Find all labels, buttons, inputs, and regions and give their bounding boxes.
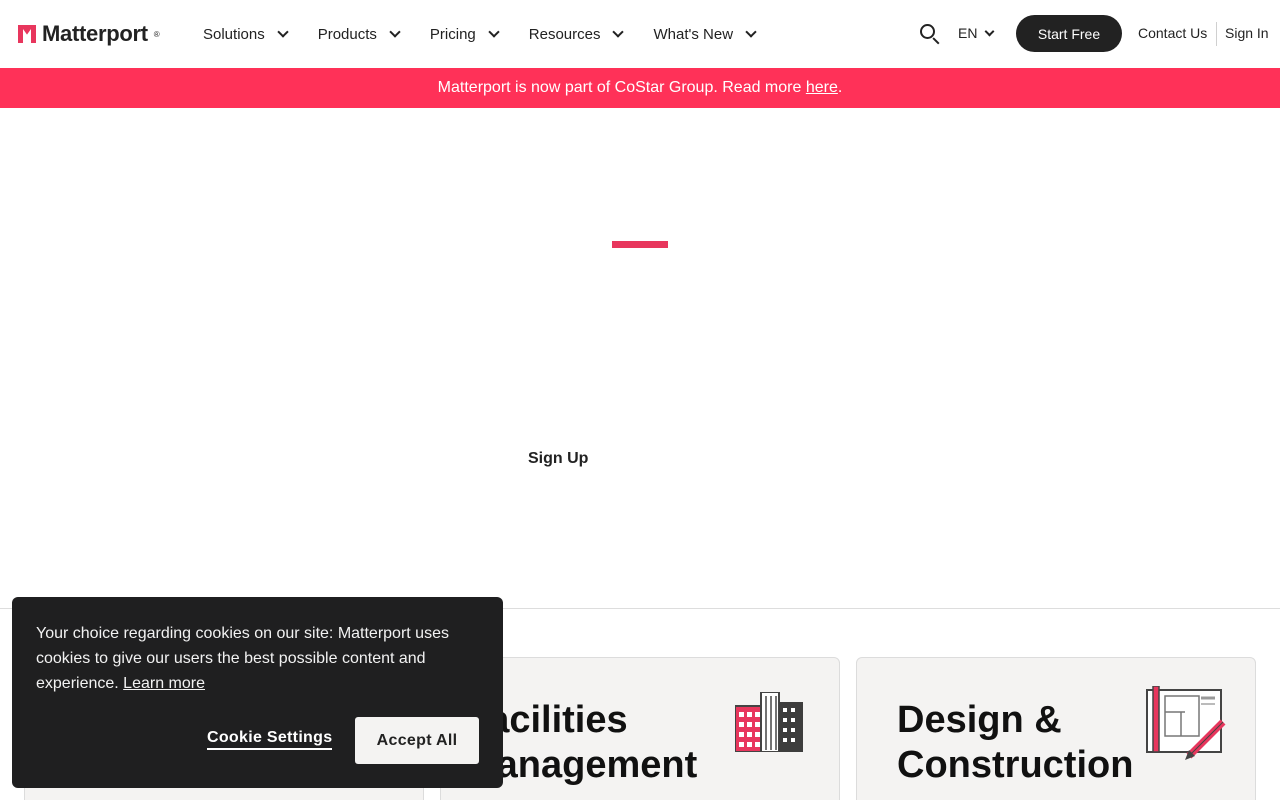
nav-products[interactable]: Products <box>317 22 401 46</box>
logo-registered-mark: ® <box>153 29 160 39</box>
nav-pricing[interactable]: Pricing <box>429 22 500 46</box>
chevron-down-icon <box>488 26 500 38</box>
cookie-consent-dialog: Your choice regarding cookies on our sit… <box>12 597 503 788</box>
chevron-down-icon <box>745 26 757 38</box>
card-title-line: Construction <box>897 744 1134 786</box>
nav-pricing-label: Pricing <box>429 25 476 43</box>
banner-here-link[interactable]: here <box>806 79 838 97</box>
learn-more-link[interactable]: Learn more <box>123 675 205 692</box>
hero-accent-bar <box>612 241 668 248</box>
banner-suffix: . <box>837 79 843 96</box>
sign-up-link[interactable]: Sign Up <box>528 450 588 468</box>
logo-text: Matterport <box>42 21 148 46</box>
nav-resources-label: Resources <box>528 25 601 43</box>
blueprint-icon <box>1146 686 1226 760</box>
start-free-button[interactable]: Start Free <box>1016 15 1122 52</box>
nav-products-label: Products <box>317 25 377 43</box>
chevron-down-icon <box>985 26 995 36</box>
cookie-settings-button[interactable]: Cookie Settings <box>207 729 333 750</box>
accept-all-button[interactable]: Accept All <box>355 717 479 764</box>
banner-text: Matterport is now part of CoStar Group. … <box>437 79 802 96</box>
nav-solutions-label: Solutions <box>203 25 265 43</box>
chevron-down-icon <box>277 26 289 38</box>
cookie-message-text: Your choice regarding cookies on our sit… <box>36 625 449 692</box>
chevron-down-icon <box>389 26 401 38</box>
card-title-line: Design & <box>897 699 1062 741</box>
card-title: Design & Construction <box>897 698 1133 788</box>
nav-whats-new-label: What's New <box>653 25 734 43</box>
site-header: Matterport ® Solutions Products Pricing … <box>0 0 1280 68</box>
language-label: EN <box>958 25 978 41</box>
chevron-down-icon <box>612 26 625 38</box>
contact-us-link[interactable]: Contact Us <box>1138 25 1207 41</box>
announcement-banner: Matterport is now part of CoStar Group. … <box>0 68 1280 108</box>
nav-resources[interactable]: Resources <box>528 22 625 46</box>
matterport-logo[interactable]: Matterport ® <box>18 21 160 46</box>
search-icon[interactable] <box>920 24 940 45</box>
building-icon <box>735 692 803 752</box>
matterport-logo-icon <box>18 25 36 43</box>
main-nav: Solutions Products Pricing Resources Wha… <box>203 22 757 46</box>
nav-whats-new[interactable]: What's New <box>653 22 757 46</box>
nav-solutions[interactable]: Solutions <box>203 22 289 46</box>
language-selector[interactable]: EN <box>958 25 995 41</box>
header-divider <box>1216 22 1217 46</box>
sign-in-link[interactable]: Sign In <box>1225 25 1269 41</box>
cookie-message: Your choice regarding cookies on our sit… <box>36 621 476 696</box>
solution-card-design[interactable]: Design & Construction <box>856 657 1256 800</box>
